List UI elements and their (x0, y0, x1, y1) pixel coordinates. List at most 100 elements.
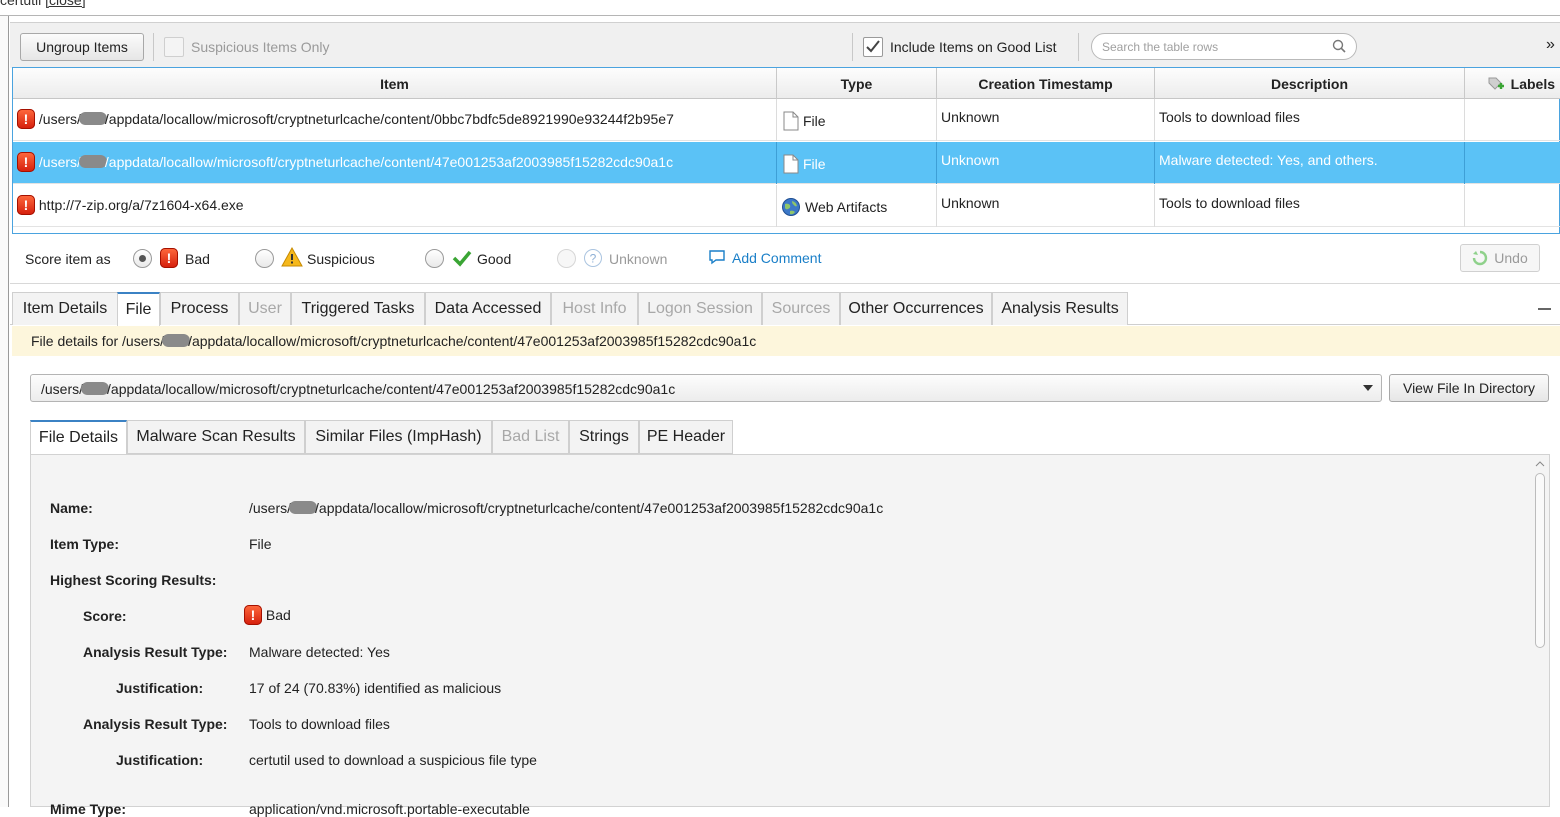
add-comment-link[interactable]: Add Comment (732, 250, 821, 266)
toolbar-separator (153, 33, 154, 61)
chevron-down-icon (1363, 385, 1373, 391)
score-good-label: Good (477, 251, 512, 267)
search-input[interactable]: Search the table rows (1091, 33, 1357, 60)
description-cell: Malware detected: Yes, and others. (1155, 142, 1465, 184)
add-label-icon (1488, 77, 1504, 90)
tab-item-details[interactable]: Item Details (12, 292, 118, 325)
top-strip-text: certutil [close] (0, 0, 86, 8)
bad-score-icon: ! (244, 605, 262, 625)
type-text: Web Artifacts (805, 199, 888, 215)
name-prefix: /users/ (249, 500, 292, 516)
details-scrollbar[interactable] (1533, 459, 1547, 804)
score-unknown-radio[interactable] (557, 249, 576, 268)
include-good-label: Include Items on Good List (890, 39, 1057, 55)
score-bad-radio[interactable] (133, 249, 152, 268)
analysis-result-type-label: Analysis Result Type: (83, 644, 228, 660)
column-header-description[interactable]: Description (1155, 68, 1465, 99)
undo-label: Undo (1494, 250, 1528, 266)
good-check-icon (452, 250, 472, 267)
file-subtabs: File Details Malware Scan Results Simila… (30, 420, 1550, 454)
file-details-panel: Name: /users/ /appdata/locallow/microsoft… (30, 454, 1550, 817)
column-header-labels[interactable]: Labels (1465, 68, 1560, 99)
description-cell: Tools to download files (1155, 185, 1465, 227)
score-suspicious-radio[interactable] (255, 249, 274, 268)
undo-icon (1473, 250, 1488, 266)
labels-cell (1465, 99, 1560, 141)
tab-data-accessed[interactable]: Data Accessed (425, 292, 551, 325)
tab-user[interactable]: User (239, 292, 291, 325)
tab-triggered-tasks[interactable]: Triggered Tasks (291, 292, 425, 325)
minimize-panel-icon[interactable] (1538, 308, 1551, 310)
subtab-strings[interactable]: Strings (569, 420, 639, 454)
table-row[interactable]: ! http://7-zip.org/a/7z1604-x64.exe Web … (13, 185, 1560, 227)
table-row[interactable]: ! /users/ /appdata/locallow/microsoft/cry… (13, 99, 1560, 141)
undo-button[interactable]: Undo (1460, 244, 1540, 272)
highest-scoring-label: Highest Scoring Results: (50, 572, 217, 588)
item-cell: ! http://7-zip.org/a/7z1604-x64.exe (13, 185, 777, 227)
created-cell: Unknown (937, 142, 1155, 184)
tab-logon-session[interactable]: Logon Session (638, 292, 762, 325)
suspicious-only-checkbox[interactable] (164, 37, 184, 57)
main-frame: Ungroup Items Suspicious Items Only Incl… (10, 22, 1560, 817)
item-cell: ! /users/ /appdata/locallow/microsoft/cry… (13, 142, 777, 184)
subtab-similar-files[interactable]: Similar Files (ImpHash) (305, 420, 492, 454)
item-type-value: File (249, 536, 272, 552)
search-icon (1332, 39, 1346, 53)
ungroup-items-button[interactable]: Ungroup Items (20, 33, 144, 61)
type-text: File (803, 113, 826, 129)
file-path-select[interactable]: /users/ /appdata/locallow/microsoft/crypt… (30, 374, 1382, 402)
score-value: ! Bad (244, 605, 291, 625)
justification-label: Justification: (116, 680, 204, 696)
toolbar-separator (1078, 33, 1079, 61)
name-label: Name: (50, 500, 93, 516)
bad-score-icon: ! (17, 109, 35, 129)
scroll-up-icon[interactable] (1533, 459, 1547, 469)
search-placeholder: Search the table rows (1102, 40, 1219, 54)
checkmark-icon (866, 40, 880, 53)
subtab-bad-list[interactable]: Bad List (492, 420, 569, 454)
include-good-checkbox[interactable] (863, 37, 883, 57)
tab-file[interactable]: File (117, 292, 160, 326)
file-icon (783, 111, 799, 131)
toolbar-separator (852, 33, 853, 61)
column-header-type[interactable]: Type (777, 68, 937, 99)
mime-type-label: Mime Type: (50, 801, 126, 817)
tab-host-info[interactable]: Host Info (551, 292, 638, 325)
subtab-file-details[interactable]: File Details (30, 420, 127, 454)
table-row-selected[interactable]: ! /users/ /appdata/locallow/microsoft/cry… (13, 142, 1560, 184)
score-good-radio[interactable] (425, 249, 444, 268)
justification-value: certutil used to download a suspicious f… (249, 752, 537, 768)
item-url: http://7-zip.org/a/7z1604-x64.exe (38, 197, 244, 213)
name-value: /users/ /appdata/locallow/microsoft/crypt… (249, 500, 883, 516)
labels-cell (1465, 142, 1560, 184)
banner-suffix: /appdata/locallow/microsoft/cryptneturlc… (188, 333, 757, 349)
labels-cell (1465, 185, 1560, 227)
redacted-username (162, 334, 191, 347)
svg-text:?: ? (590, 252, 597, 266)
scrollbar-thumb[interactable] (1535, 473, 1545, 648)
mime-type-value: application/vnd.microsoft.portable-execu… (249, 801, 530, 817)
redacted-username (78, 155, 107, 168)
tab-process[interactable]: Process (160, 292, 239, 325)
tab-other-occurrences[interactable]: Other Occurrences (840, 292, 992, 325)
details-tabs: Item Details File Process User Triggered… (10, 292, 1560, 326)
top-strip: certutil [close] (0, 0, 1560, 16)
analysis-result-type-value: Tools to download files (249, 716, 390, 732)
tab-analysis-results[interactable]: Analysis Results (992, 292, 1128, 325)
subtab-pe-header[interactable]: PE Header (639, 420, 733, 454)
toolbar-overflow-button[interactable]: » (1546, 36, 1555, 54)
view-file-in-directory-button[interactable]: View File In Directory (1389, 374, 1549, 402)
close-link[interactable]: [close] (45, 0, 85, 8)
redacted-username (289, 501, 318, 514)
unknown-question-icon: ? (584, 249, 602, 267)
redacted-username (78, 112, 107, 125)
tab-sources[interactable]: Sources (762, 292, 840, 325)
column-header-item[interactable]: Item (13, 68, 777, 99)
justification-label: Justification: (116, 752, 204, 768)
justification-value: 17 of 24 (70.83%) identified as maliciou… (249, 680, 502, 696)
banner-prefix: File details for /users/ (31, 333, 165, 349)
warning-icon (281, 247, 303, 267)
bad-score-icon: ! (17, 195, 35, 215)
subtab-malware-scan-results[interactable]: Malware Scan Results (127, 420, 305, 454)
column-header-created[interactable]: Creation Timestamp (937, 68, 1155, 99)
